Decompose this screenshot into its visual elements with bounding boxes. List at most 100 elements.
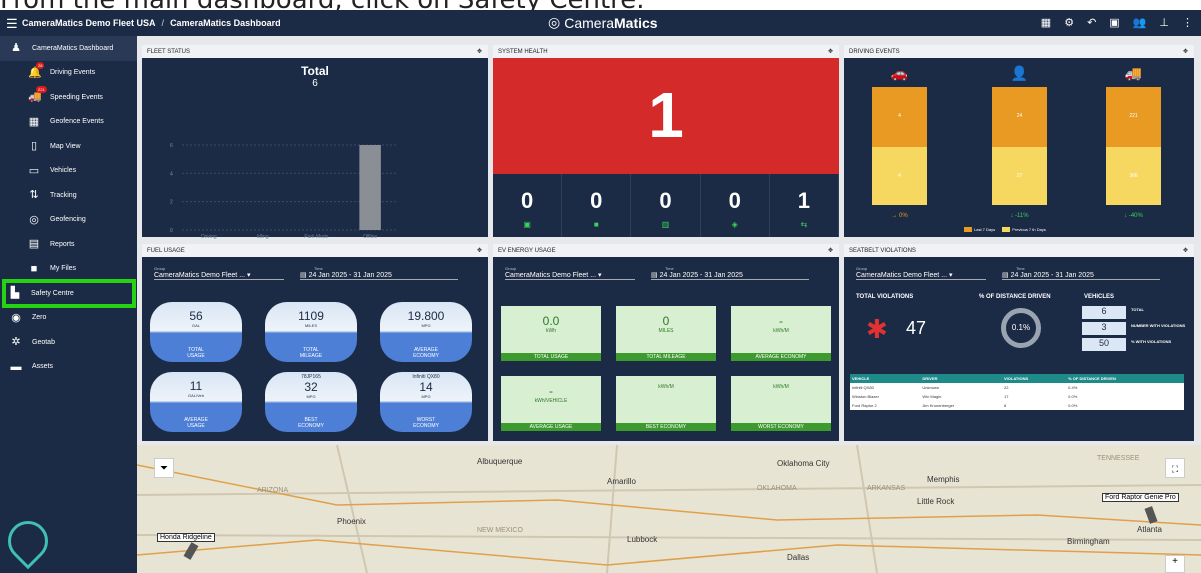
system-tile-icon: ◈: [731, 220, 738, 229]
ev-stat-label: WORST ECONOMY: [731, 423, 831, 431]
ev-stat[interactable]: kWh/M BEST ECONOMY: [616, 376, 716, 431]
fuel-stat-value: 56: [189, 309, 203, 323]
fuel-stat[interactable]: 19.800 MPG AVERAGE ECONOMY: [380, 302, 472, 362]
bar-value: 221: [1129, 113, 1138, 119]
previous-days-bar: 366: [1106, 147, 1161, 205]
system-health-alert[interactable]: 1: [493, 58, 839, 174]
bar-value: 24: [1016, 113, 1023, 119]
table-row[interactable]: Ford Raptor 2 Jim Kronenberger 8 0.0%: [850, 401, 1184, 410]
move-icon[interactable]: ✥: [828, 247, 833, 254]
move-icon[interactable]: ✥: [1183, 247, 1188, 254]
panel-header: SYSTEM HEALTH ✥: [493, 45, 839, 58]
ev-time-select[interactable]: Time ▤ 24 Jan 2025 - 31 Jan 2025: [651, 266, 809, 280]
fuel-stat-label-2: USAGE: [187, 423, 205, 429]
filter-icon: ⏷: [160, 463, 168, 474]
users-icon[interactable]: 👥: [1133, 16, 1147, 29]
fullscreen-button[interactable]: ⛶: [1165, 458, 1185, 478]
vehicle-stat-value: 3: [1082, 322, 1126, 335]
system-tile[interactable]: 1 ⇆: [770, 174, 840, 237]
logo-text-a: Camera: [564, 14, 615, 31]
fuel-stat[interactable]: 78JP165 32 MPG BEST ECONOMY: [265, 372, 357, 432]
undo-icon[interactable]: ↶: [1087, 16, 1096, 29]
sidebar: ♟ CameraMatics Dashboard 28 🔔 Driving Events…: [0, 36, 137, 573]
ev-stat[interactable]: 0.0 kWh TOTAL USAGE: [501, 306, 601, 361]
move-icon[interactable]: ✥: [477, 48, 482, 55]
map-view[interactable]: Albuquerque Phoenix Oklahoma City Dallas Mem…: [137, 445, 1201, 573]
move-icon[interactable]: ✥: [477, 247, 482, 254]
sidebar-item-geofence-events[interactable]: ▦ Geofence Events: [0, 110, 137, 135]
sidebar-item-tracking[interactable]: ⇅ Tracking: [0, 183, 137, 208]
ev-group-label: Group: [505, 266, 517, 271]
hamburger-menu-icon[interactable]: ☰: [6, 16, 18, 32]
vehicle-stat-label: % WITH VIOLATIONS: [1131, 339, 1172, 344]
system-tile[interactable]: 0 ■: [562, 174, 632, 237]
fuel-stat[interactable]: 56 GAL TOTAL USAGE: [150, 302, 242, 362]
hierarchy-icon[interactable]: ⊥: [1159, 16, 1169, 29]
last-7-days-bar: 24: [992, 87, 1047, 147]
sidebar-item-speeding-events[interactable]: 221 🚚 Speeding Events: [0, 85, 137, 110]
table-cell: Ford Raptor 2: [852, 403, 877, 408]
ev-energy-title: EV ENERGY USAGE: [498, 247, 556, 254]
ev-stat[interactable]: - kWh/VEHICLE AVERAGE USAGE: [501, 376, 601, 431]
grid-icon[interactable]: ▦: [1041, 16, 1051, 29]
top-bar: ☰ CameraMatics Demo Fleet USA / CameraMati…: [0, 10, 1201, 36]
table-row[interactable]: Winston Blazer Win Magin 17 0.0%: [850, 392, 1184, 401]
sidebar-item-driving-events[interactable]: 28 🔔 Driving Events: [0, 61, 137, 86]
driving-legend: Last 7 Days Previous 7 th Days: [964, 227, 1046, 232]
driving-event-column[interactable]: 🚚 221 366 ↓ -40%: [1106, 65, 1161, 219]
system-tile[interactable]: 0 ▣: [493, 174, 563, 237]
change-value: 0%: [899, 213, 908, 219]
sidebar-item-label: Driving Events: [50, 69, 96, 77]
fuel-stat-unit: MILES: [304, 323, 317, 328]
system-tile[interactable]: 0 ▥: [631, 174, 701, 237]
seatbelt-group-select[interactable]: Group CameraMatics Demo Fleet ... ▾: [856, 266, 986, 280]
fuel-time-select[interactable]: Time ▤ 24 Jan 2025 - 31 Jan 2025: [300, 266, 458, 280]
seatbelt-time-select[interactable]: Time ▤ 24 Jan 2025 - 31 Jan 2025: [1002, 266, 1160, 280]
ev-stat[interactable]: kWh/M WORST ECONOMY: [731, 376, 831, 431]
geotab-icon: ✲: [11, 336, 21, 349]
column-header: DRIVER: [920, 374, 1002, 383]
map-place-label: NEW MEXICO: [477, 527, 523, 534]
sidebar-item-map-view[interactable]: ▯ Map View: [0, 134, 137, 159]
system-health-tiles: 0 ▣ 0 ■ 0 ▥ 0 ◈ 1 ⇆: [493, 174, 840, 237]
total-violations-value: 47: [906, 318, 927, 338]
fuel-group-select[interactable]: Group CameraMatics Demo Fleet ... ▾: [154, 266, 284, 280]
fuel-stat[interactable]: 11 GAL/Veh AVERAGE USAGE: [150, 372, 242, 432]
table-cell: 8: [1003, 403, 1007, 408]
breadcrumb-org[interactable]: CameraMatics Demo Fleet USA: [22, 18, 156, 28]
move-icon[interactable]: ✥: [828, 48, 833, 55]
sidebar-item-assets[interactable]: ▬ Assets: [0, 355, 137, 380]
system-tile[interactable]: 0 ◈: [701, 174, 770, 237]
ev-stat[interactable]: 0 MILES TOTAL MILEAGE: [616, 306, 716, 361]
zoom-in-button[interactable]: +: [1165, 555, 1185, 573]
fleet-status-title: FLEET STATUS: [147, 48, 191, 55]
fuel-stat[interactable]: Infiniti QX80 14 MPG WORST ECONOMY: [380, 372, 472, 432]
fuel-stat-unit: MPG: [421, 394, 431, 399]
ev-stat[interactable]: - kWh/M AVERAGE ECONOMY: [731, 306, 831, 361]
sidebar-item-safety-centre[interactable]: ▙ Safety Centre: [2, 279, 136, 308]
vehicle-label-honda[interactable]: Honda Ridgeline: [157, 533, 215, 542]
vehicle-stat-value: 50: [1082, 338, 1126, 351]
sidebar-item-geotab[interactable]: ✲ Geotab: [0, 330, 137, 355]
driving-event-column[interactable]: 👤 24 27 ↓ -11%: [992, 65, 1047, 219]
driving-event-column[interactable]: 🚗 4 4 → 0%: [872, 65, 927, 219]
sidebar-item-vehicles[interactable]: ▭ Vehicles: [0, 159, 137, 184]
vehicle-stat-label: NUMBER WITH VIOLATIONS: [1131, 323, 1186, 328]
sidebar-item-zero[interactable]: ◉ Zero: [0, 306, 137, 331]
ev-group-select[interactable]: Group CameraMatics Demo Fleet ... ▾: [505, 266, 635, 280]
sidebar-item-reports[interactable]: ▤ Reports: [0, 232, 137, 257]
save-icon[interactable]: ▣: [1109, 16, 1119, 29]
fuel-stat[interactable]: 1109 MILES TOTAL MILEAGE: [265, 302, 357, 362]
filter-button[interactable]: ⏷: [154, 458, 174, 478]
fleet-total: 6: [312, 78, 318, 89]
previous-days-bar: 4: [872, 147, 927, 205]
move-icon[interactable]: ✥: [1183, 48, 1188, 55]
gear-icon[interactable]: ⚙: [1064, 16, 1074, 29]
vehicle-label-ford[interactable]: Ford Raptor Genie Pro: [1102, 493, 1179, 502]
sidebar-item-geofencing[interactable]: ◎ Geofencing: [0, 208, 137, 233]
more-icon[interactable]: ⋮: [1182, 16, 1193, 29]
tracking-icon: ⇅: [29, 189, 39, 202]
sidebar-item-cameramatics-dashboard[interactable]: ♟ CameraMatics Dashboard: [0, 36, 137, 61]
sidebar-item-my-files[interactable]: ■ My Files: [0, 257, 137, 282]
table-row[interactable]: Infiniti QX80 Unknown 22 0.4%: [850, 383, 1184, 392]
